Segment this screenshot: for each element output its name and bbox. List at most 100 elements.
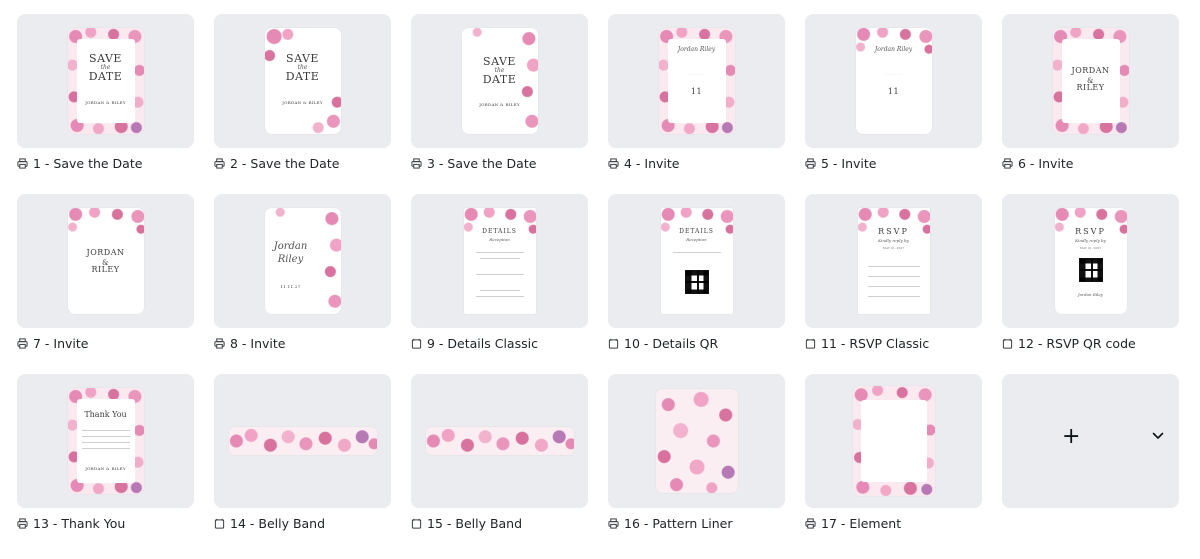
invite-card: Jordan Riley 11.11.27 bbox=[264, 208, 341, 314]
template-caption: 5 - Invite bbox=[805, 156, 982, 171]
print-icon bbox=[411, 158, 422, 169]
card-script: Reception bbox=[489, 237, 510, 242]
template-item[interactable]: Jordan Riley 11.11.27 8 - Invite bbox=[214, 194, 391, 351]
details-card: DETAILS Reception bbox=[463, 208, 536, 314]
template-thumbnail[interactable]: DETAILS Reception bbox=[411, 194, 588, 328]
template-item[interactable]: 17 - Element bbox=[805, 374, 982, 531]
template-thumbnail[interactable]: JORDAN & RILEY bbox=[1002, 14, 1179, 148]
template-thumbnail[interactable]: SAVE the DATE JORDAN & RILEY bbox=[214, 14, 391, 148]
card-title: RSVP bbox=[1075, 227, 1106, 236]
card-script: Jordan Riley bbox=[874, 46, 913, 53]
save-the-date-card: SAVE the DATE JORDAN & RILEY bbox=[461, 28, 538, 134]
plus-icon[interactable]: + bbox=[1062, 424, 1080, 449]
floral-element bbox=[852, 386, 935, 496]
save-the-date-card: SAVE the DATE JORDAN & RILEY bbox=[264, 28, 341, 134]
template-grid: SAVE the DATE JORDAN & RILEY 1 - Save th… bbox=[0, 0, 1200, 559]
card-title: RSVP bbox=[878, 227, 909, 236]
card-name: RILEY bbox=[91, 265, 120, 274]
thank-you-card: Thank You JORDAN & RILEY bbox=[67, 388, 144, 494]
template-caption: 2 - Save the Date bbox=[214, 156, 391, 171]
card-script: Jordan Riley bbox=[1078, 292, 1103, 297]
template-label: 14 - Belly Band bbox=[230, 516, 326, 531]
card-names: JORDAN & RILEY bbox=[282, 100, 323, 105]
print-icon bbox=[608, 158, 619, 169]
template-thumbnail[interactable]: Jordan Riley · · · · · · · · · 11 bbox=[805, 14, 982, 148]
print-icon bbox=[1002, 158, 1013, 169]
card-script: Reception bbox=[686, 237, 707, 242]
template-thumbnail[interactable]: RSVP Kindly reply by MAY 01, 2027 bbox=[805, 194, 982, 328]
template-item[interactable]: SAVE the DATE JORDAN & RILEY 1 - Save th… bbox=[17, 14, 194, 171]
template-item[interactable]: RSVP Kindly reply by MAY 01, 2027 11 - R… bbox=[805, 194, 982, 351]
template-thumbnail[interactable]: RSVP Kindly reply by MAY 01, 2027 Jordan… bbox=[1002, 194, 1179, 328]
rsvp-card: RSVP Kindly reply by MAY 01, 2027 bbox=[857, 208, 930, 314]
template-label: 10 - Details QR bbox=[624, 336, 719, 351]
template-caption: 4 - Invite bbox=[608, 156, 785, 171]
card-date: MAY 01, 2027 bbox=[882, 246, 905, 250]
template-item[interactable]: SAVE the DATE JORDAN & RILEY 2 - Save th… bbox=[214, 14, 391, 171]
print-icon bbox=[805, 158, 816, 169]
card-script: Jordan Riley bbox=[273, 241, 308, 265]
template-label: 3 - Save the Date bbox=[427, 156, 537, 171]
rsvp-qr-card: RSVP Kindly reply by MAY 01, 2027 Jordan… bbox=[1054, 208, 1127, 314]
template-thumbnail[interactable]: Thank You JORDAN & RILEY bbox=[17, 374, 194, 508]
template-label: 6 - Invite bbox=[1018, 156, 1074, 171]
template-label: 2 - Save the Date bbox=[230, 156, 340, 171]
print-icon bbox=[608, 518, 619, 529]
details-qr-card: DETAILS Reception bbox=[660, 208, 733, 314]
template-thumbnail[interactable]: DETAILS Reception bbox=[608, 194, 785, 328]
template-caption: 16 - Pattern Liner bbox=[608, 516, 785, 531]
template-item[interactable]: 14 - Belly Band bbox=[214, 374, 391, 531]
card-name: JORDAN bbox=[86, 248, 125, 257]
template-label: 1 - Save the Date bbox=[33, 156, 143, 171]
template-caption: 10 - Details QR bbox=[608, 336, 785, 351]
template-item[interactable]: JORDAN & RILEY 6 - Invite bbox=[1002, 14, 1179, 171]
template-item[interactable]: Thank You JORDAN & RILEY 13 - Thank You bbox=[17, 374, 194, 531]
print-icon bbox=[214, 158, 225, 169]
template-label: 5 - Invite bbox=[821, 156, 877, 171]
template-thumbnail[interactable] bbox=[214, 374, 391, 508]
template-item[interactable]: JORDAN & RILEY 7 - Invite bbox=[17, 194, 194, 351]
print-icon bbox=[17, 518, 28, 529]
template-thumbnail[interactable]: Jordan Riley · · · · · · · · · 11 bbox=[608, 14, 785, 148]
template-caption: 6 - Invite bbox=[1002, 156, 1179, 171]
template-label: 12 - RSVP QR code bbox=[1018, 336, 1136, 351]
add-page-tile[interactable]: + bbox=[1002, 374, 1179, 508]
card-title: DATE bbox=[88, 70, 123, 83]
add-page-thumbnail[interactable]: + bbox=[1002, 374, 1179, 508]
chevron-down-icon[interactable] bbox=[1152, 432, 1164, 440]
template-thumbnail[interactable]: Jordan Riley 11.11.27 bbox=[214, 194, 391, 328]
card-names: JORDAN & RILEY bbox=[479, 102, 520, 107]
invite-card: Jordan Riley · · · · · · · · · 11 bbox=[855, 28, 932, 134]
page-icon bbox=[805, 338, 816, 349]
template-thumbnail[interactable]: JORDAN & RILEY bbox=[17, 194, 194, 328]
invite-card: JORDAN & RILEY bbox=[1052, 28, 1129, 134]
template-item[interactable]: DETAILS Reception 10 - Details QR bbox=[608, 194, 785, 351]
card-script: Jordan Riley bbox=[677, 46, 716, 53]
template-item[interactable]: DETAILS Reception 9 - Details Classic bbox=[411, 194, 588, 351]
template-item[interactable]: Jordan Riley · · · · · · · · · 11 5 - In… bbox=[805, 14, 982, 171]
template-item[interactable]: SAVE the DATE JORDAN & RILEY 3 - Save th… bbox=[411, 14, 588, 171]
template-label: 9 - Details Classic bbox=[427, 336, 538, 351]
template-thumbnail[interactable]: SAVE the DATE JORDAN & RILEY bbox=[411, 14, 588, 148]
template-thumbnail[interactable] bbox=[608, 374, 785, 508]
template-item[interactable]: RSVP Kindly reply by MAY 01, 2027 Jordan… bbox=[1002, 194, 1179, 351]
card-day: 11 bbox=[690, 87, 703, 96]
template-item[interactable]: Jordan Riley · · · · · · · · · 11 4 - In… bbox=[608, 14, 785, 171]
template-thumbnail[interactable]: SAVE the DATE JORDAN & RILEY bbox=[17, 14, 194, 148]
qr-code-icon bbox=[1078, 258, 1103, 282]
page-icon bbox=[411, 338, 422, 349]
template-thumbnail[interactable] bbox=[411, 374, 588, 508]
template-label: 13 - Thank You bbox=[33, 516, 126, 531]
save-the-date-card: SAVE the DATE JORDAN & RILEY bbox=[67, 28, 144, 134]
card-names: JORDAN & RILEY bbox=[85, 100, 126, 105]
card-title: DETAILS bbox=[679, 228, 714, 235]
template-item[interactable]: 16 - Pattern Liner bbox=[608, 374, 785, 531]
template-caption: 3 - Save the Date bbox=[411, 156, 588, 171]
invite-card: JORDAN & RILEY bbox=[67, 208, 144, 314]
print-icon bbox=[17, 338, 28, 349]
card-title: DETAILS bbox=[482, 228, 517, 235]
template-thumbnail[interactable] bbox=[805, 374, 982, 508]
card-title: DATE bbox=[482, 73, 517, 86]
print-icon bbox=[17, 158, 28, 169]
template-item[interactable]: 15 - Belly Band bbox=[411, 374, 588, 531]
